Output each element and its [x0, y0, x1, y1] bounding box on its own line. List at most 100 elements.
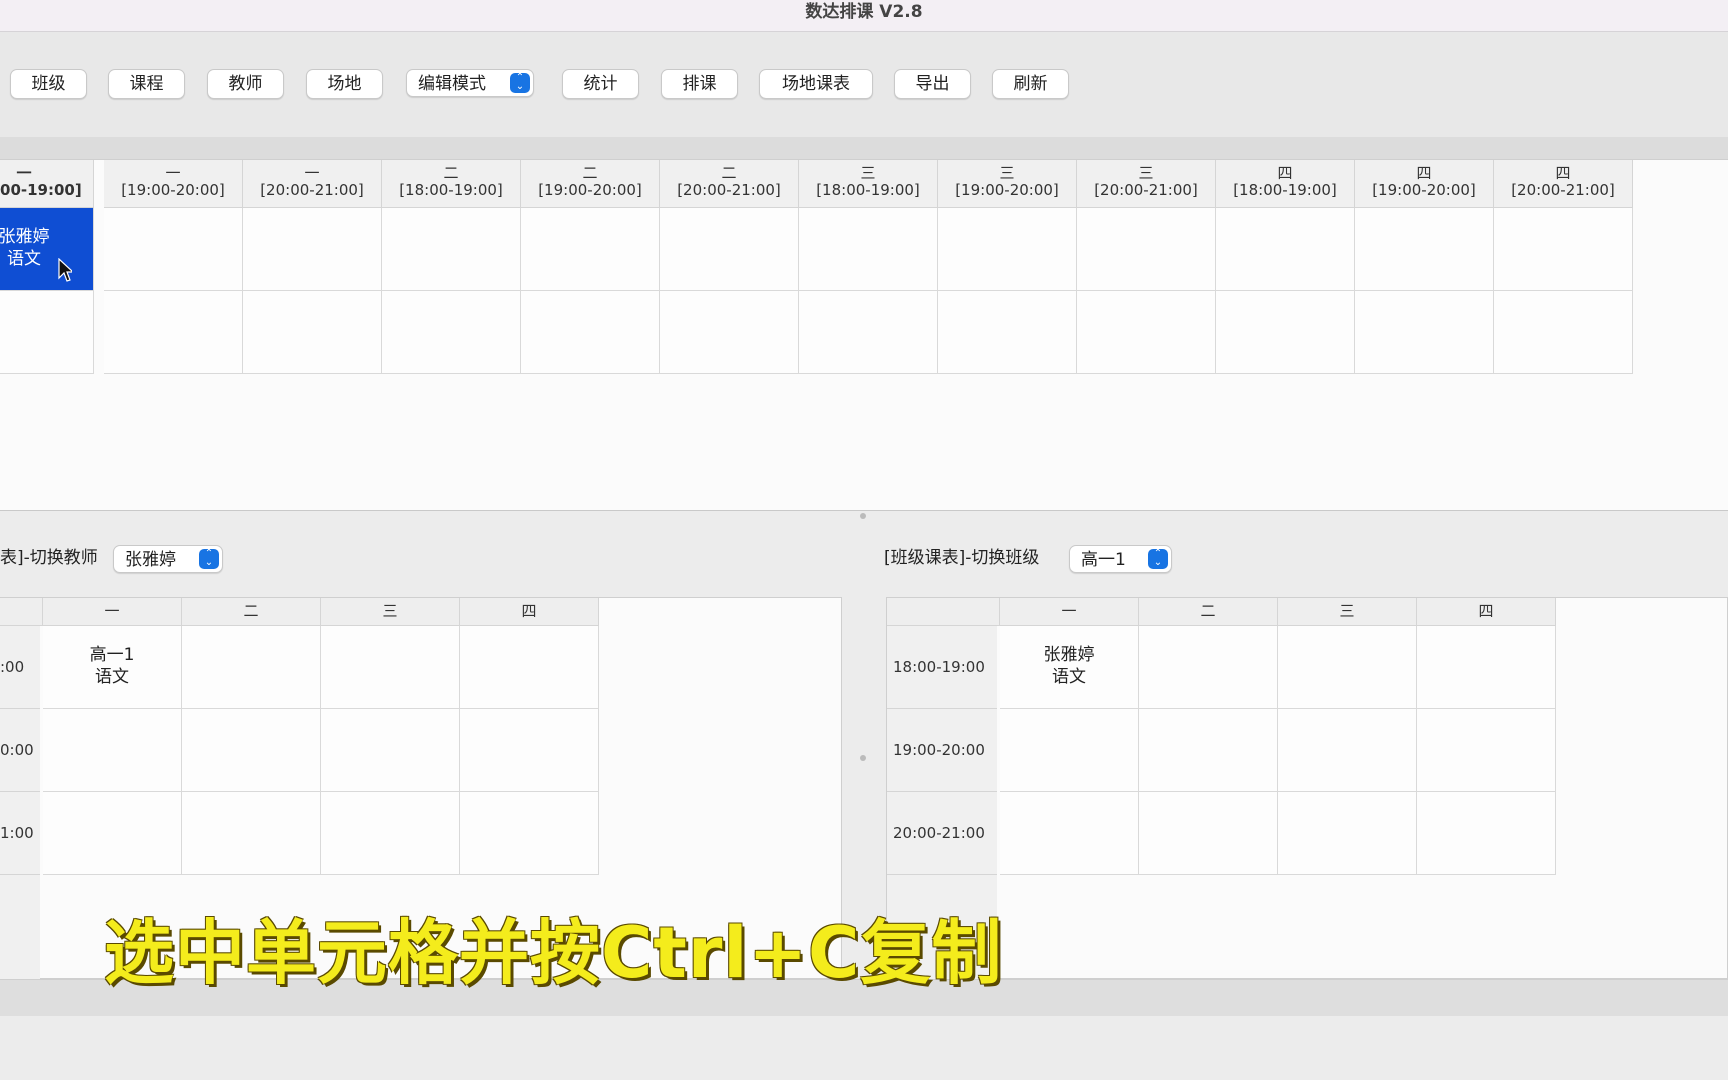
time-row-label: 19:00-20:00 [887, 709, 997, 792]
teacher-button[interactable]: 教师 [207, 69, 284, 99]
export-button[interactable]: 导出 [894, 69, 971, 99]
timetable-cell[interactable] [1139, 792, 1278, 875]
timetable-cell[interactable] [1278, 626, 1417, 709]
day-header: 二 [182, 598, 321, 626]
window-title: 数达排课 V2.8 [805, 2, 923, 22]
column-day-label: 四 [1277, 164, 1293, 182]
cell-line-1: 张雅婷 [1043, 645, 1095, 665]
schedule-cell[interactable] [1355, 291, 1494, 374]
timetable-cell[interactable] [1417, 792, 1556, 875]
schedule-cell[interactable] [799, 208, 938, 291]
timetable-cell[interactable] [460, 626, 599, 709]
column-day-label: 一 [16, 164, 32, 182]
column-time-label: [19:00-20:00] [121, 181, 225, 199]
schedule-cell[interactable] [243, 208, 382, 291]
cell-line-1: 高一1 [89, 645, 135, 665]
column-time-label: [18:00-19:00] [399, 181, 503, 199]
timetable-cell[interactable] [182, 792, 321, 875]
venue-button[interactable]: 场地 [306, 69, 383, 99]
column-time-label: [20:00-21:00] [677, 181, 781, 199]
class-select[interactable]: 高一1 ⌃ ⌄ [1069, 545, 1172, 573]
schedule-cell[interactable] [799, 291, 938, 374]
timetable-cell[interactable] [321, 626, 460, 709]
column-header: 二 [18:00-19:00] [382, 160, 521, 208]
teacher-select[interactable]: 张雅婷 ⌃ ⌄ [113, 545, 223, 573]
corner-header [887, 598, 1000, 626]
mode-select[interactable]: 编辑模式 ⌃ ⌄ [406, 69, 534, 97]
select-arrows-icon: ⌃ ⌄ [1148, 549, 1168, 569]
cell-line-2: 语文 [1052, 667, 1086, 687]
schedule-cell[interactable] [938, 208, 1077, 291]
schedule-button[interactable]: 排课 [661, 69, 738, 99]
schedule-cell[interactable] [1216, 208, 1355, 291]
column-header: 一[18:00-19:00] [0, 160, 94, 208]
timetable-cell[interactable] [1278, 709, 1417, 792]
schedule-cell[interactable] [243, 291, 382, 374]
cell-course: 语文 [7, 249, 41, 269]
timetable-cell[interactable] [460, 792, 599, 875]
row-label-filler [0, 875, 40, 979]
timetable-cell[interactable] [1139, 626, 1278, 709]
timetable-cell[interactable] [321, 792, 460, 875]
schedule-cell[interactable] [382, 291, 521, 374]
schedule-cell[interactable] [660, 208, 799, 291]
schedule-cell[interactable] [1355, 208, 1494, 291]
course-button[interactable]: 课程 [108, 69, 185, 99]
schedule-cell[interactable] [1216, 291, 1355, 374]
timetable-cell[interactable] [1000, 709, 1139, 792]
column-header: 四 [18:00-19:00] [1216, 160, 1355, 208]
timetable-cell[interactable] [321, 709, 460, 792]
schedule-cell[interactable] [104, 291, 243, 374]
toolbar: 班级 课程 教师 场地 编辑模式 ⌃ ⌄ 统计 排课 场地课表 导出 刷新 [0, 32, 1728, 137]
schedule-cell[interactable] [938, 291, 1077, 374]
timetable-cell[interactable]: 高一1 语文 [43, 626, 182, 709]
timetable-cell[interactable] [182, 709, 321, 792]
column-day-label: 一 [304, 164, 320, 182]
schedule-cell[interactable] [1494, 291, 1633, 374]
timetable-cell[interactable] [1000, 792, 1139, 875]
column-day-label: 二 [721, 164, 737, 182]
timetable-cell[interactable] [43, 709, 182, 792]
timetable-cell[interactable] [460, 709, 599, 792]
column-day-label: 三 [999, 164, 1015, 182]
mouse-cursor-icon [58, 258, 72, 282]
stats-button[interactable]: 统计 [562, 69, 639, 99]
column-time-label: [19:00-20:00] [955, 181, 1059, 199]
mode-select-value: 编辑模式 [418, 74, 486, 94]
teacher-panel-label: 表]-切换教师 [0, 548, 98, 568]
column-time-label: [20:00-21:00] [1094, 181, 1198, 199]
schedule-cell[interactable] [1494, 208, 1633, 291]
corner-header [0, 598, 43, 626]
timetable-cell[interactable] [1417, 626, 1556, 709]
timetable-cell[interactable] [1139, 709, 1278, 792]
cell-line-2: 语文 [95, 667, 129, 687]
schedule-cell[interactable] [1077, 208, 1216, 291]
vertical-splitter-handle[interactable] [860, 755, 866, 761]
cell-teacher: 张雅婷 [0, 227, 50, 247]
schedule-cell[interactable] [521, 291, 660, 374]
column-time-label: [19:00-20:00] [538, 181, 642, 199]
horizontal-splitter-handle[interactable] [860, 513, 866, 519]
selected-schedule-cell[interactable]: 张雅婷 语文 [0, 208, 94, 291]
schedule-cell[interactable] [1077, 291, 1216, 374]
column-header: 三 [18:00-19:00] [799, 160, 938, 208]
timetable-cell[interactable] [1417, 709, 1556, 792]
schedule-cell[interactable] [660, 291, 799, 374]
tutorial-caption: 选中单元格并按Ctrl+C复制 [104, 912, 1003, 994]
class-button[interactable]: 班级 [10, 69, 87, 99]
schedule-cell[interactable] [0, 291, 94, 374]
venue-timetable-button[interactable]: 场地课表 [759, 69, 873, 99]
day-header: 一 [43, 598, 182, 626]
timetable-cell[interactable] [182, 626, 321, 709]
column-header: 三 [19:00-20:00] [938, 160, 1077, 208]
refresh-button[interactable]: 刷新 [992, 69, 1069, 99]
grid-toolbar-band [0, 137, 1728, 160]
timetable-cell[interactable]: 张雅婷 语文 [1000, 626, 1139, 709]
timetable-cell[interactable] [43, 792, 182, 875]
schedule-cell[interactable] [382, 208, 521, 291]
schedule-cell[interactable] [104, 208, 243, 291]
day-header: 一 [1000, 598, 1139, 626]
schedule-cell[interactable] [521, 208, 660, 291]
column-header: 二 [19:00-20:00] [521, 160, 660, 208]
timetable-cell[interactable] [1278, 792, 1417, 875]
